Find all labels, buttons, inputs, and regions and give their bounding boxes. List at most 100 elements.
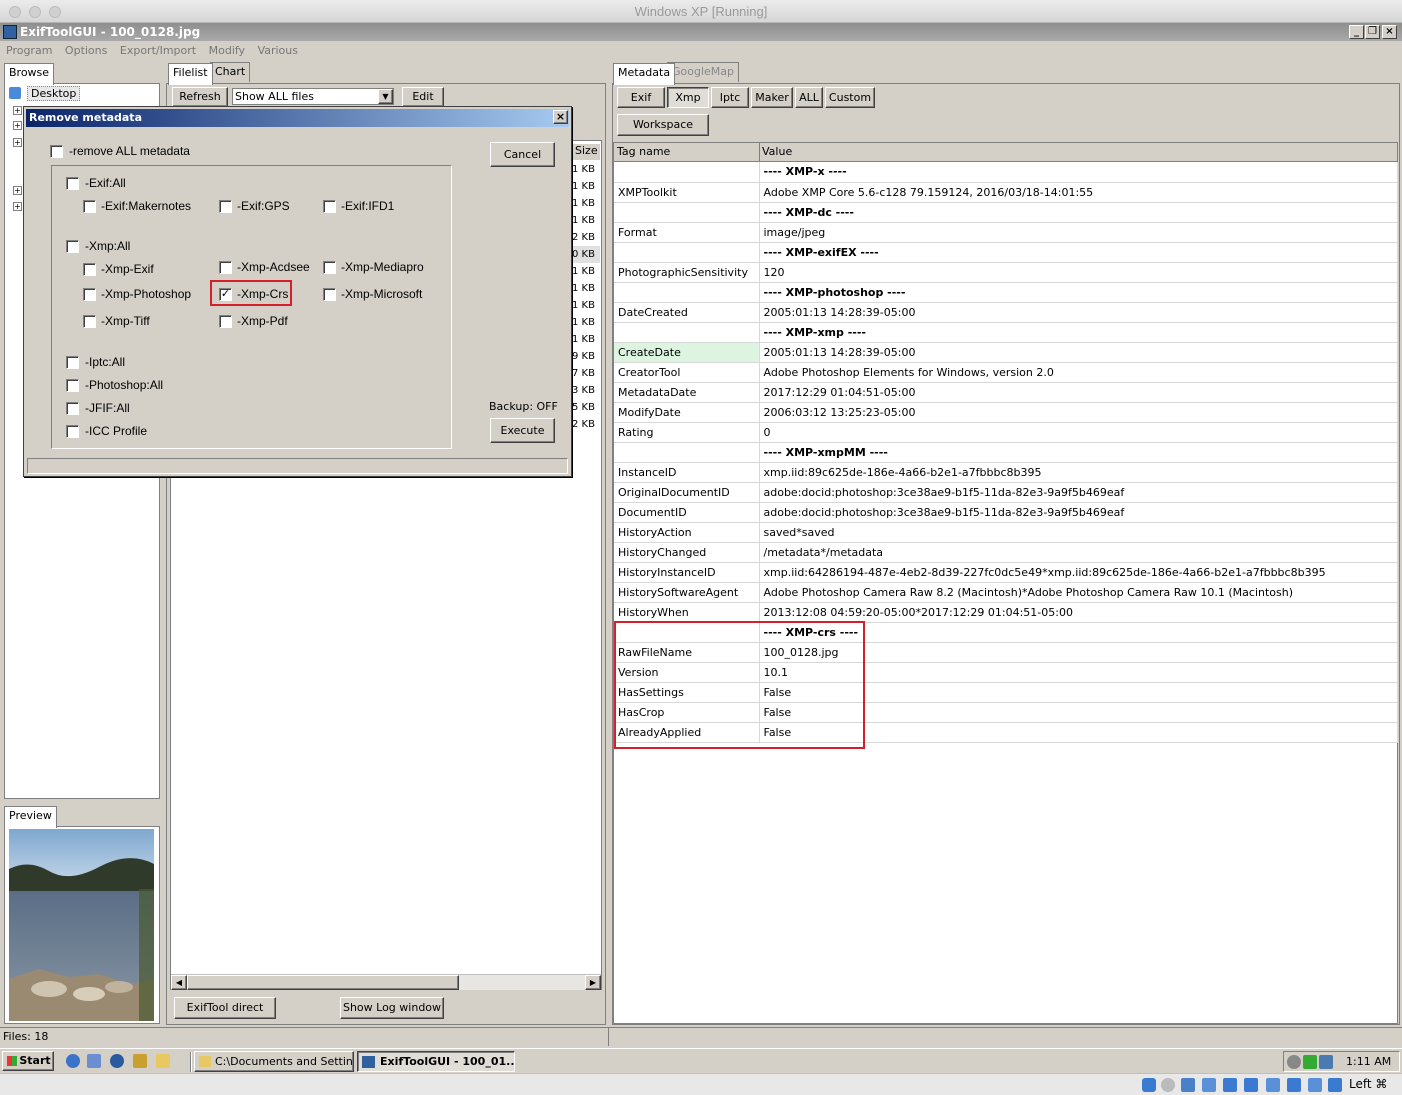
metadata-row[interactable]: CreatorTool Adobe Photoshop Elements for … [614, 362, 1398, 383]
tab-filelist[interactable]: Filelist [168, 63, 213, 85]
tree-expand-icon[interactable]: + [13, 106, 22, 115]
metadata-row[interactable]: HistoryChanged/metadata*/metadata [614, 542, 1398, 563]
metadata-row[interactable]: MetadataDate 2017:12:29 01:04:51-05:00 [614, 382, 1398, 403]
tray-icon[interactable] [1303, 1055, 1317, 1069]
host-close-button[interactable] [9, 6, 21, 18]
custom-button[interactable]: Custom [825, 87, 875, 108]
shared-folders-icon[interactable] [1223, 1078, 1237, 1092]
network-icon[interactable] [1319, 1055, 1333, 1069]
display-icon[interactable] [1244, 1078, 1258, 1092]
start-button[interactable]: Start [2, 1051, 54, 1071]
menu-options[interactable]: Options [65, 44, 107, 57]
taskbar-task-exiftoolgui[interactable]: ExifToolGUI - 100_01... [357, 1051, 515, 1072]
photoshop-all-checkbox[interactable] [66, 379, 79, 392]
refresh-button[interactable]: Refresh [172, 87, 228, 107]
workspace-button[interactable]: Workspace [617, 114, 709, 136]
host-zoom-button[interactable] [49, 6, 61, 18]
metadata-row[interactable]: HistoryInstanceID xmp.iid:64286194-487e-4… [614, 562, 1398, 583]
metadata-row[interactable]: HistorySoftwareAgent Adobe Photoshop Came… [614, 582, 1398, 603]
metadata-section-row[interactable]: ---- XMP-xmpMM ---- [614, 442, 1398, 463]
exif-all-checkbox[interactable] [66, 177, 79, 190]
metadata-row[interactable]: XMPToolkit Adobe XMP Core 5.6-c128 79.159… [614, 182, 1398, 203]
metadata-row[interactable]: DateCreated 2005:01:13 14:28:39-05:00 [614, 302, 1398, 323]
clock[interactable]: 1:11 AM [1346, 1055, 1391, 1068]
hard-disk-icon[interactable] [1142, 1078, 1156, 1092]
xmp-mediapro-checkbox[interactable] [323, 261, 336, 274]
dialog-close-icon[interactable]: × [553, 110, 568, 124]
show-log-button[interactable]: Show Log window [340, 997, 444, 1019]
minimize-button[interactable]: _ [1349, 25, 1364, 39]
tree-expand-icon[interactable]: + [13, 186, 22, 195]
tree-expand-icon[interactable]: + [13, 202, 22, 211]
outlook-express-icon[interactable] [87, 1054, 101, 1068]
media-player-icon[interactable] [110, 1054, 124, 1068]
tab-browse[interactable]: Browse [4, 63, 55, 85]
metadata-row[interactable]: ModifyDate 2006:03:12 13:25:23-05:00 [614, 402, 1398, 423]
metadata-row[interactable]: DocumentID adobe:docid:photoshop:3ce38ae9… [614, 502, 1398, 523]
iptc-all-checkbox[interactable] [66, 356, 79, 369]
xmp-all-checkbox[interactable] [66, 240, 79, 253]
size-column-header[interactable]: Size [572, 144, 600, 160]
xmp-microsoft-checkbox[interactable] [323, 288, 336, 301]
xmp-crs-checkbox[interactable]: ✓ [219, 288, 232, 301]
metadata-section-row[interactable]: ---- XMP-photoshop ---- [614, 282, 1398, 303]
internet-explorer-icon[interactable] [66, 1054, 80, 1068]
chevron-down-icon[interactable]: ▼ [378, 89, 393, 104]
scroll-left-icon[interactable]: ◀ [171, 975, 187, 990]
quick-launch-icon[interactable] [133, 1054, 147, 1068]
xmp-acdsee-checkbox[interactable] [219, 261, 232, 274]
metadata-row[interactable]: PhotographicSensitivity 120 [614, 262, 1398, 283]
restore-button[interactable]: ❐ [1365, 25, 1380, 39]
execute-button[interactable]: Execute [490, 418, 555, 443]
menu-modify[interactable]: Modify [209, 44, 245, 57]
metadata-grid[interactable]: Tag name Value ---- XMP-x ---- XMPToolkit… [613, 142, 1398, 1024]
metadata-row[interactable]: HistoryWhen 2013:12:08 04:59:20-05:00*201… [614, 602, 1398, 623]
horizontal-scrollbar[interactable]: ◀ ▶ [171, 974, 601, 990]
folder-icon[interactable] [156, 1054, 170, 1068]
optical-drive-icon[interactable] [1161, 1078, 1175, 1092]
tag-name-header[interactable]: Tag name [617, 145, 670, 158]
network-adapter-icon[interactable] [1181, 1078, 1195, 1092]
exif-makernotes-checkbox[interactable] [83, 200, 96, 213]
iptc-button[interactable]: Iptc [711, 87, 749, 108]
metadata-section-row[interactable]: ---- XMP-dc ---- [614, 202, 1398, 223]
menu-program[interactable]: Program [6, 44, 52, 57]
keyboard-capture-icon[interactable] [1328, 1078, 1342, 1092]
metadata-row[interactable]: Rating 0 [614, 422, 1398, 443]
exif-ifd1-checkbox[interactable] [323, 200, 336, 213]
metadata-section-row[interactable]: ---- XMP-xmp ---- [614, 322, 1398, 343]
tab-chart[interactable]: Chart [210, 62, 251, 82]
xmp-pdf-checkbox[interactable] [219, 315, 232, 328]
taskbar-task-explorer[interactable]: C:\Documents and Settin... [194, 1051, 354, 1072]
xmp-tiff-checkbox[interactable] [83, 315, 96, 328]
exif-button[interactable]: Exif [617, 87, 665, 108]
host-minimize-button[interactable] [29, 6, 41, 18]
metadata-section-row[interactable]: ---- XMP-exifEX ---- [614, 242, 1398, 263]
tab-googlemap[interactable]: GoogleMap [667, 62, 740, 82]
metadata-row[interactable]: CreateDate 2005:01:13 14:28:39-05:00 [614, 342, 1398, 363]
menu-various[interactable]: Various [258, 44, 298, 57]
menu-export-import[interactable]: Export/Import [120, 44, 196, 57]
remove-all-checkbox[interactable] [50, 145, 63, 158]
tree-expand-icon[interactable]: + [13, 121, 22, 130]
tree-item-desktop[interactable]: Desktop [27, 86, 81, 101]
icc-profile-checkbox[interactable] [66, 425, 79, 438]
scroll-right-icon[interactable]: ▶ [585, 975, 601, 990]
tab-preview[interactable]: Preview [4, 806, 57, 828]
metadata-row[interactable]: Format image/jpeg [614, 222, 1398, 243]
xmp-button[interactable]: Xmp [667, 87, 709, 108]
all-button[interactable]: ALL [795, 87, 823, 108]
exif-gps-checkbox[interactable] [219, 200, 232, 213]
value-header[interactable]: Value [762, 145, 792, 158]
filter-select[interactable]: Show ALL files ▼ [232, 88, 394, 105]
mouse-integration-icon[interactable] [1308, 1078, 1322, 1092]
close-button[interactable]: × [1382, 25, 1397, 39]
tree-expand-icon[interactable]: + [13, 138, 22, 147]
cpu-icon[interactable] [1287, 1078, 1301, 1092]
usb-icon[interactable] [1202, 1078, 1216, 1092]
xmp-photoshop-checkbox[interactable] [83, 288, 96, 301]
jfif-all-checkbox[interactable] [66, 402, 79, 415]
cancel-button[interactable]: Cancel [490, 142, 555, 167]
exiftool-direct-button[interactable]: ExifTool direct [174, 997, 276, 1019]
tray-icon[interactable] [1287, 1055, 1301, 1069]
